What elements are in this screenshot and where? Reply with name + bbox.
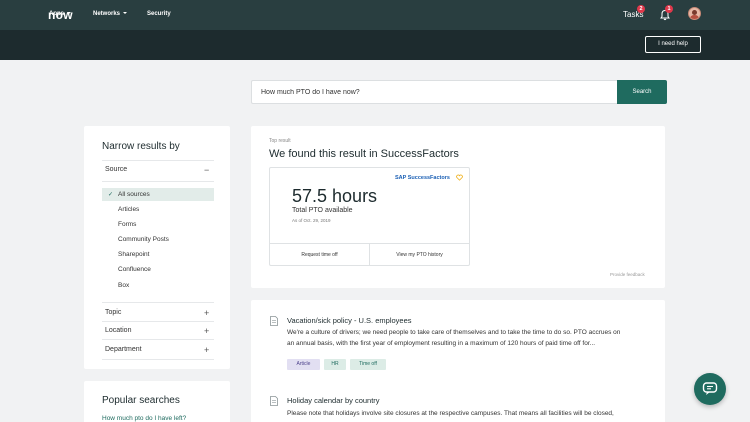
divider (102, 339, 214, 340)
nav-item-apps-label: Apps (49, 11, 64, 17)
divider (102, 321, 214, 322)
chat-icon (702, 382, 718, 395)
pto-as-of-date: As of Oct. 29, 2019 (292, 218, 331, 223)
document-icon (270, 396, 278, 406)
filter-source-label[interactable]: Source (105, 166, 127, 173)
provide-feedback-link[interactable]: Provide feedback (610, 272, 645, 277)
divider (102, 302, 214, 303)
filter-title: Narrow results by (102, 141, 180, 152)
pto-hours: 57.5 hours (292, 186, 378, 206)
divider (102, 181, 214, 182)
nav-bar (0, 30, 750, 60)
result-title[interactable]: Holiday calendar by country (287, 396, 380, 405)
tasks-count-badge: 2 (637, 5, 645, 13)
nav-item-apps[interactable]: Apps (49, 11, 71, 17)
divider (102, 160, 214, 161)
check-icon: ✓ (108, 192, 114, 198)
popular-searches-title: Popular searches (102, 395, 180, 406)
chat-button[interactable] (694, 373, 726, 405)
popular-search-link[interactable]: How much pto do I have left? (102, 415, 186, 422)
expand-icon[interactable]: + (204, 327, 209, 336)
tag-time-off[interactable]: Time off (350, 359, 386, 370)
pto-card: SAP SuccessFactors 57.5 hours Total PTO … (269, 167, 470, 266)
filter-department-label[interactable]: Department (105, 346, 142, 353)
tag-article[interactable]: Article (287, 359, 320, 370)
top-result-label: Top result (269, 138, 291, 144)
source-item-sharepoint[interactable]: Sharepoint (118, 251, 149, 258)
search-input[interactable] (251, 80, 617, 104)
request-time-off-button[interactable]: Request time off (270, 244, 369, 266)
nav-item-security-label: Security (147, 11, 171, 17)
chevron-down-icon (123, 12, 128, 15)
result-snippet: We're a culture of drivers; we need peop… (287, 329, 621, 336)
need-help-button[interactable]: I need help (645, 36, 701, 53)
filter-topic-label[interactable]: Topic (105, 309, 121, 316)
user-avatar[interactable] (688, 7, 701, 20)
top-result-panel: Top result We found this result in Succe… (251, 126, 665, 288)
pto-subtitle: Total PTO available (292, 207, 353, 214)
search-button[interactable]: Search (617, 80, 667, 104)
collapse-icon[interactable]: − (204, 166, 209, 175)
source-item-articles[interactable]: Articles (118, 206, 139, 213)
source-item-box[interactable]: Box (118, 282, 129, 289)
notifications-count-badge: 1 (665, 5, 673, 13)
brand-label: SAP SuccessFactors (395, 175, 450, 181)
filter-location-label[interactable]: Location (105, 327, 131, 334)
document-icon (270, 316, 278, 326)
source-item-forms[interactable]: Forms (118, 221, 136, 228)
result-snippet: Please note that holidays involve site c… (287, 410, 614, 417)
heart-logo-icon (456, 174, 463, 181)
view-pto-history-button[interactable]: View my PTO history (370, 244, 469, 266)
nav-item-security[interactable]: Security (147, 11, 171, 17)
result-snippet: an annual basis, with the first year of … (287, 340, 596, 347)
source-item-community-posts[interactable]: Community Posts (118, 236, 169, 243)
source-item-all[interactable]: All sources (118, 191, 150, 198)
chevron-down-icon (67, 12, 71, 15)
expand-icon[interactable]: + (204, 309, 209, 318)
expand-icon[interactable]: + (204, 346, 209, 355)
source-item-confluence[interactable]: Confluence (118, 266, 151, 273)
nav-item-networks-label: Networks (93, 11, 121, 17)
filter-panel: Narrow results by Source − ✓ All sources… (84, 126, 230, 369)
result-title[interactable]: Vacation/sick policy - U.S. employees (287, 316, 412, 325)
tag-hr[interactable]: HR (324, 359, 346, 370)
top-result-title: We found this result in SuccessFactors (269, 148, 459, 160)
nav-item-networks[interactable]: Networks (93, 11, 128, 17)
divider (102, 359, 214, 360)
popular-searches-panel: Popular searches How much pto do I have … (84, 381, 230, 422)
